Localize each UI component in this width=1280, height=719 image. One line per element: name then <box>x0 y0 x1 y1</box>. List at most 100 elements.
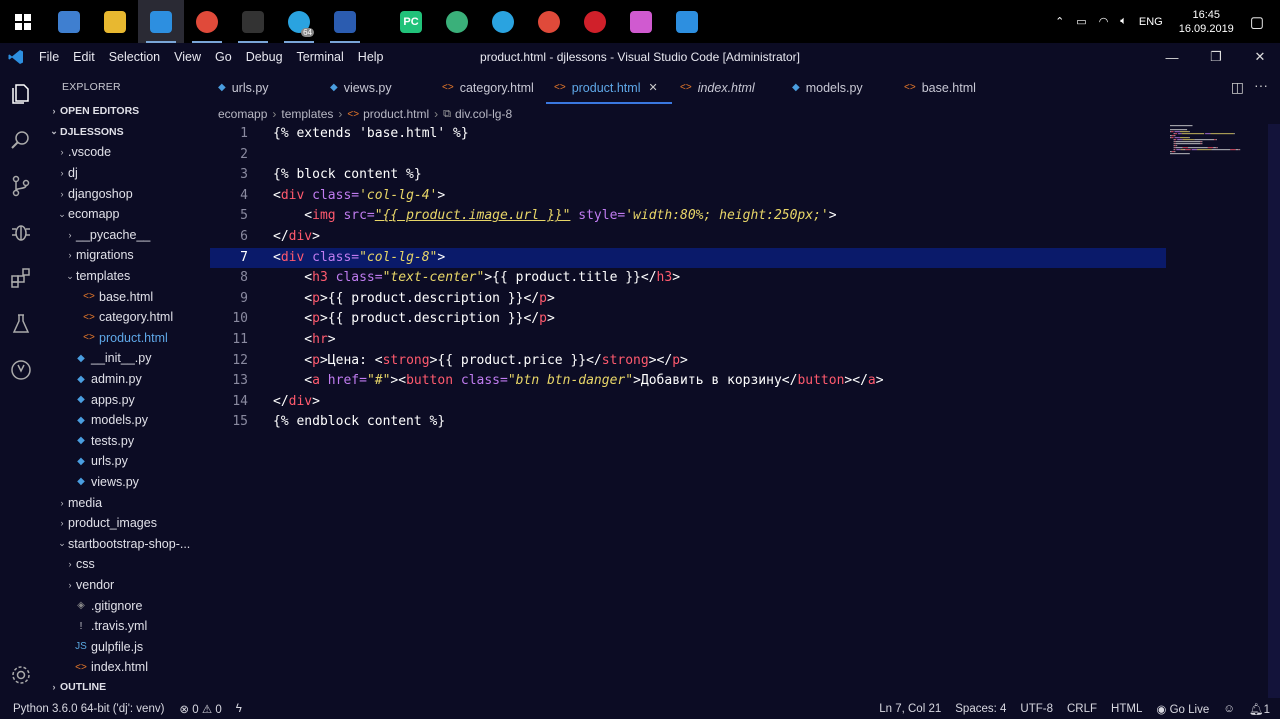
more-actions-icon[interactable]: ··· <box>1254 77 1268 93</box>
menu-go[interactable]: Go <box>208 50 239 64</box>
notifications-bell[interactable]: 🔔︎1 <box>1249 702 1270 716</box>
debug-icon[interactable] <box>0 209 42 255</box>
file-tree-item[interactable]: › media <box>42 492 210 513</box>
file-tree-item[interactable]: ◆ admin.py <box>42 369 210 390</box>
problems-indicator[interactable]: ⊗ 0 ⚠ 0 <box>179 702 221 716</box>
word-app[interactable] <box>322 0 368 43</box>
tab-base-html[interactable]: <> base.html <box>896 71 996 104</box>
encoding[interactable]: UTF-8 <box>1020 703 1053 715</box>
battery-icon[interactable]: ▭ <box>1076 15 1086 28</box>
close-tab-icon[interactable]: ✕ <box>648 81 657 94</box>
code-editor[interactable]: 1 {% extends 'base.html' %} 2 3 {% block con… <box>210 124 1280 433</box>
settings-gear-icon[interactable] <box>0 652 42 698</box>
clock[interactable]: 16:45 16.09.2019 <box>1179 8 1234 36</box>
menu-file[interactable]: File <box>32 50 66 64</box>
tab-category-html[interactable]: <> category.html <box>434 71 546 104</box>
split-editor-icon[interactable]: ◫ <box>1231 79 1244 96</box>
pycharm-app[interactable]: PC <box>388 0 434 43</box>
file-tree-item[interactable]: › product_images <box>42 513 210 534</box>
vscode-app-2[interactable] <box>664 0 710 43</box>
search-icon[interactable] <box>0 117 42 163</box>
terminal-app[interactable] <box>230 0 276 43</box>
cursor-position[interactable]: Ln 7, Col 21 <box>879 703 941 715</box>
language-indicator[interactable]: ENG <box>1139 16 1163 28</box>
menu-edit[interactable]: Edit <box>66 50 102 64</box>
tab-index-html[interactable]: <> index.html <box>672 71 784 104</box>
outline-section[interactable]: › OUTLINE <box>42 677 107 698</box>
notifications-icon[interactable]: ▢ <box>1250 13 1264 31</box>
menu-selection[interactable]: Selection <box>102 50 167 64</box>
file-tree-item[interactable]: <> index.html <box>42 657 210 678</box>
gem-app[interactable] <box>618 0 664 43</box>
chrome-app-2[interactable] <box>526 0 572 43</box>
file-tree-item[interactable]: JS gulpfile.js <box>42 636 210 657</box>
file-tree-item[interactable]: <> product.html <box>42 328 210 349</box>
indentation[interactable]: Spaces: 4 <box>955 703 1006 715</box>
line-endings[interactable]: CRLF <box>1067 703 1097 715</box>
menu-debug[interactable]: Debug <box>239 50 290 64</box>
tab-views-py[interactable]: ◆ views.py <box>322 71 434 104</box>
opera-app[interactable] <box>572 0 618 43</box>
menu-help[interactable]: Help <box>351 50 391 64</box>
timeline-icon[interactable] <box>0 347 42 393</box>
file-tree-item[interactable]: › dj <box>42 163 210 184</box>
file-tree-item[interactable]: <> base.html <box>42 286 210 307</box>
language-mode[interactable]: HTML <box>1111 703 1142 715</box>
file-tree-item[interactable]: ⌄ ecomapp <box>42 204 210 225</box>
file-tree-item[interactable]: ⌄ startbootstrap-shop-... <box>42 533 210 554</box>
open-editors-section[interactable]: › OPEN EDITORS <box>42 101 210 122</box>
breadcrumb-item[interactable]: ecomapp <box>218 107 267 121</box>
breadcrumb-item[interactable]: templates <box>281 107 333 121</box>
atom-app[interactable] <box>434 0 480 43</box>
minimize-button[interactable]: — <box>1150 43 1194 71</box>
chrome-app[interactable] <box>184 0 230 43</box>
tab-product-html[interactable]: <> product.html ✕ <box>546 71 672 104</box>
file-tree-item[interactable]: ◆ views.py <box>42 472 210 493</box>
file-tree-item[interactable]: ◆ urls.py <box>42 451 210 472</box>
minimap[interactable] <box>1168 124 1268 164</box>
python-interpreter[interactable]: Python 3.6.0 64-bit ('dj': venv) <box>13 703 164 715</box>
extensions-icon[interactable] <box>0 255 42 301</box>
telegram-app[interactable]: 64 <box>276 0 322 43</box>
source-control-icon[interactable] <box>0 163 42 209</box>
file-tree-item[interactable]: ◆ apps.py <box>42 389 210 410</box>
breadcrumb-item[interactable]: div.col-lg-8 <box>455 107 512 121</box>
tab-models-py[interactable]: ◆ models.py <box>784 71 896 104</box>
explorer-icon[interactable] <box>0 71 42 117</box>
file-tree-item[interactable]: ◆ models.py <box>42 410 210 431</box>
system-tray: ⌃ ▭ ◠ 🔈︎ ENG 16:45 16.09.2019 ▢ <box>1049 0 1280 43</box>
editor-scrollbar[interactable] <box>1268 124 1280 698</box>
chevron-up-icon[interactable]: ⌃ <box>1055 15 1064 28</box>
file-tree-item[interactable]: › djangoshop <box>42 183 210 204</box>
file-tree-item[interactable]: ⌄ templates <box>42 266 210 287</box>
wifi-icon[interactable]: ◠ <box>1099 15 1109 28</box>
tab-urls-py[interactable]: ◆ urls.py <box>210 71 322 104</box>
file-tree-item[interactable]: <> category.html <box>42 307 210 328</box>
start-button[interactable] <box>0 0 46 43</box>
volume-icon[interactable]: 🔈︎ <box>1120 15 1127 28</box>
file-tree-item[interactable]: › vendor <box>42 575 210 596</box>
vscode-app[interactable] <box>138 0 184 43</box>
file-tree-item[interactable]: ◈ .gitignore <box>42 595 210 616</box>
maximize-button[interactable]: ❐ <box>1194 43 1238 71</box>
explorer-app[interactable] <box>46 0 92 43</box>
file-tree-item[interactable]: › .vscode <box>42 142 210 163</box>
project-section[interactable]: ⌄ DJLESSONS <box>42 122 210 143</box>
file-tree-item[interactable]: ◆ tests.py <box>42 431 210 452</box>
menu-view[interactable]: View <box>167 50 208 64</box>
file-tree-item[interactable]: › css <box>42 554 210 575</box>
menu-terminal[interactable]: Terminal <box>290 50 351 64</box>
close-window-button[interactable]: ✕ <box>1238 43 1280 71</box>
file-tree-item[interactable]: › migrations <box>42 245 210 266</box>
breadcrumb-item[interactable]: product.html <box>363 107 429 121</box>
files-app[interactable] <box>92 0 138 43</box>
file-tree-item[interactable]: ◆ __init__.py <box>42 348 210 369</box>
feedback-smiley-icon[interactable]: ☺ <box>1223 703 1235 715</box>
telegram-app-2[interactable] <box>480 0 526 43</box>
file-tree-item[interactable]: ! .travis.yml <box>42 616 210 637</box>
test-flask-icon[interactable] <box>0 301 42 347</box>
lightning-icon[interactable]: ϟ <box>236 703 242 715</box>
file-tree-item[interactable]: › __pycache__ <box>42 225 210 246</box>
go-live-button[interactable]: ◉ Go Live <box>1156 702 1209 716</box>
